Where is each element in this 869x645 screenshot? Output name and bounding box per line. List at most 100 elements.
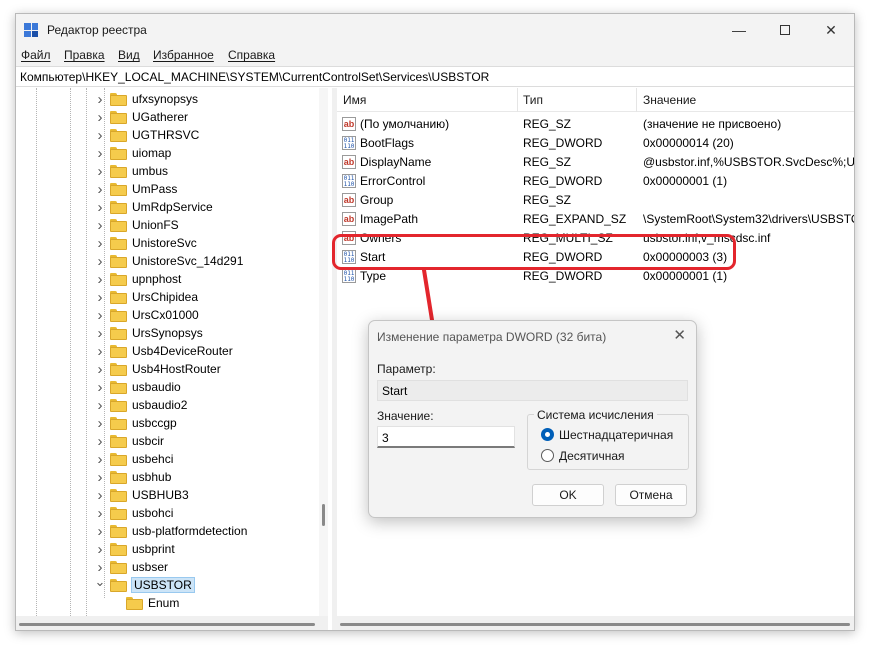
chevron-right-icon[interactable]: ›	[94, 324, 106, 342]
menu-favorites[interactable]: Избранное	[153, 48, 214, 62]
tree-item[interactable]: › UnistoreSvc	[94, 234, 197, 252]
tree-item[interactable]: › UnionFS	[94, 216, 179, 234]
tree-item[interactable]: › UrsSynopsys	[94, 324, 203, 342]
tree-scroll-thumb[interactable]	[322, 504, 325, 526]
tree-item[interactable]: › ufxsynopsys	[94, 90, 199, 108]
menu-view[interactable]: Вид	[118, 48, 140, 62]
list-hscroll-thumb[interactable]	[340, 623, 850, 626]
chevron-right-icon[interactable]: ›	[94, 198, 106, 216]
chevron-right-icon[interactable]: ›	[94, 414, 106, 432]
chevron-right-icon[interactable]: ›	[94, 468, 106, 486]
tree-item-label: UnistoreSvc_14d291	[132, 254, 244, 268]
tree-item[interactable]: › uiomap	[94, 144, 172, 162]
chevron-down-icon[interactable]: ⌄	[94, 573, 106, 591]
tree-item[interactable]: › Usb4DeviceRouter	[94, 342, 233, 360]
chevron-right-icon[interactable]: ›	[94, 162, 106, 180]
tree-item-label: UGatherer	[132, 110, 189, 124]
tree-item[interactable]: › USBHUB3	[94, 486, 189, 504]
tree-item[interactable]: › usbccgp	[94, 414, 177, 432]
tree-horizontal-scrollbar[interactable]	[16, 616, 328, 630]
chevron-right-icon[interactable]: ›	[94, 432, 106, 450]
list-horizontal-scrollbar[interactable]	[337, 616, 854, 630]
folder-icon	[110, 92, 127, 106]
chevron-right-icon[interactable]: ›	[94, 108, 106, 126]
value-row[interactable]: ab Group REG_SZ	[337, 191, 854, 210]
chevron-right-icon[interactable]: ›	[94, 216, 106, 234]
chevron-right-icon[interactable]: ›	[94, 360, 106, 378]
column-separator[interactable]	[517, 88, 518, 112]
tree-item[interactable]: › usbaudio2	[94, 396, 188, 414]
tree-item[interactable]: › usbaudio	[94, 378, 181, 396]
tree-item-selected[interactable]: ⌄ USBSTOR	[94, 573, 195, 594]
minimize-button[interactable]: —	[716, 14, 762, 46]
chevron-right-icon[interactable]: ›	[94, 144, 106, 162]
dialog-close-button[interactable]: ✕	[673, 326, 686, 344]
tree-item[interactable]: › UnistoreSvc_14d291	[94, 252, 244, 270]
decimal-radio[interactable]	[541, 449, 554, 462]
chevron-right-icon[interactable]: ›	[94, 396, 106, 414]
value-row[interactable]: ab ImagePath REG_EXPAND_SZ \SystemRoot\Syst…	[337, 210, 854, 229]
menu-help[interactable]: Справка	[228, 48, 275, 62]
tree-item[interactable]: › UGatherer	[94, 108, 189, 126]
chevron-right-icon[interactable]: ›	[94, 540, 106, 558]
chevron-right-icon[interactable]: ›	[94, 126, 106, 144]
tree-item[interactable]: › Usb4HostRouter	[94, 360, 221, 378]
tree-item[interactable]: › usbehci	[94, 450, 174, 468]
menu-file[interactable]: Файл	[21, 48, 51, 62]
menu-edit[interactable]: Правка	[64, 48, 105, 62]
close-button[interactable]: ✕	[808, 14, 854, 46]
hex-radio-label[interactable]: Шестнадцатеричная	[559, 428, 673, 442]
value-row[interactable]: 011 110 BootFlags REG_DWORD 0x00000014 (20)	[337, 134, 854, 153]
tree-item[interactable]: › UmRdpService	[94, 198, 213, 216]
tree-item[interactable]: › UrsChipidea	[94, 288, 199, 306]
chevron-right-icon[interactable]: ›	[94, 270, 106, 288]
tree-item[interactable]: › UGTHRSVC	[94, 126, 200, 144]
cell-type: REG_DWORD	[523, 174, 603, 188]
folder-icon	[110, 254, 127, 268]
chevron-right-icon[interactable]: ›	[94, 306, 106, 324]
column-name-header[interactable]: Имя	[343, 93, 366, 107]
chevron-right-icon[interactable]: ›	[94, 378, 106, 396]
chevron-right-icon[interactable]: ›	[94, 486, 106, 504]
tree-vertical-scrollbar[interactable]	[319, 88, 328, 616]
tree-item[interactable]: › UmPass	[94, 180, 178, 198]
cell-type: REG_SZ	[523, 117, 572, 131]
chevron-right-icon[interactable]: ›	[94, 522, 106, 540]
column-type-header[interactable]: Тип	[523, 93, 543, 107]
hex-radio[interactable]	[541, 428, 554, 441]
chevron-right-icon[interactable]: ›	[94, 90, 106, 108]
ok-button[interactable]: OK	[532, 484, 604, 506]
chevron-right-icon[interactable]: ›	[94, 450, 106, 468]
chevron-right-icon[interactable]: ›	[94, 252, 106, 270]
chevron-right-icon[interactable]: ›	[94, 504, 106, 522]
maximize-button[interactable]	[762, 14, 808, 46]
folder-icon	[110, 380, 127, 394]
value-row[interactable]: ab (По умолчанию) REG_SZ (значение не присв…	[337, 115, 854, 134]
tree-item[interactable]: › usbprint	[94, 540, 175, 558]
column-value-header[interactable]: Значение	[643, 93, 696, 107]
column-separator[interactable]	[636, 88, 637, 112]
cell-name: DisplayName	[360, 155, 432, 169]
tree-item[interactable]: › upnphost	[94, 270, 182, 288]
chevron-right-icon[interactable]: ›	[94, 234, 106, 252]
value-row[interactable]: 011 110 ErrorControl REG_DWORD 0x00000001 (1…	[337, 172, 854, 191]
folder-icon	[110, 164, 127, 178]
tree-item[interactable]: › UrsCx01000	[94, 306, 199, 324]
decimal-radio-label[interactable]: Десятичная	[559, 449, 625, 463]
tree-item-child[interactable]: Enum	[126, 594, 179, 612]
chevron-right-icon[interactable]: ›	[94, 342, 106, 360]
value-input[interactable]: 3	[377, 426, 515, 448]
tree-item[interactable]: › umbus	[94, 162, 169, 180]
parameter-label: Параметр:	[377, 362, 436, 376]
tree-item[interactable]: › usbcir	[94, 432, 165, 450]
tree-item[interactable]: › usbhub	[94, 468, 172, 486]
cell-name: ImagePath	[360, 212, 419, 226]
tree-item[interactable]: › usbohci	[94, 504, 174, 522]
chevron-right-icon[interactable]: ›	[94, 180, 106, 198]
tree-hscroll-thumb[interactable]	[19, 623, 315, 626]
address-bar[interactable]: Компьютер\HKEY_LOCAL_MACHINE\SYSTEM\Curr…	[16, 66, 854, 87]
chevron-right-icon[interactable]: ›	[94, 288, 106, 306]
tree-item[interactable]: › usb-platformdetection	[94, 522, 248, 540]
cancel-button[interactable]: Отмена	[615, 484, 687, 506]
value-row[interactable]: ab DisplayName REG_SZ @usbstor.inf,%USBSTOR…	[337, 153, 854, 172]
